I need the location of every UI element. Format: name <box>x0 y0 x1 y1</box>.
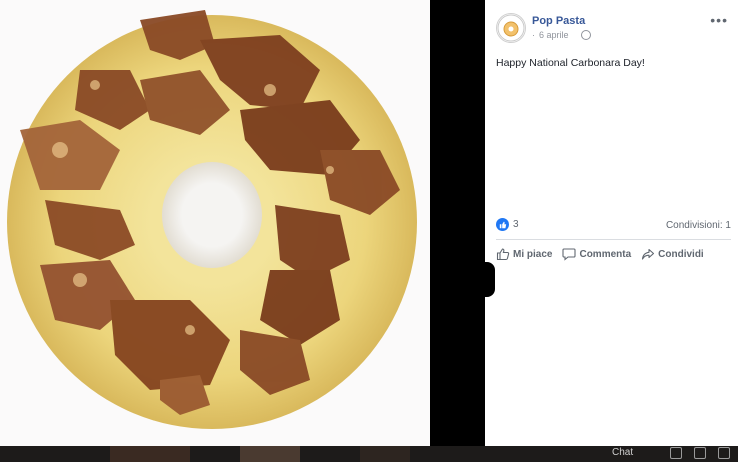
panel-edge <box>485 262 495 297</box>
reactions-summary[interactable]: 3 <box>496 218 519 231</box>
more-options-icon[interactable]: ••• <box>710 12 728 28</box>
comment-label: Commenta <box>579 248 632 260</box>
background-thumbnail <box>110 446 190 462</box>
chat-label[interactable]: Chat <box>612 447 633 458</box>
comment-button[interactable]: Commenta <box>562 247 631 261</box>
post-details-panel: Pop Pasta · 6 aprile ••• Happy National … <box>485 0 738 446</box>
reaction-count: 3 <box>513 219 519 230</box>
pop-pasta-logo-icon <box>497 14 525 42</box>
action-bar: Mi piace Commenta Condividi <box>496 247 704 261</box>
share-label: Condividi <box>658 248 704 260</box>
page-name-link[interactable]: Pop Pasta <box>532 15 585 27</box>
post-text: Happy National Carbonara Day! <box>496 57 645 69</box>
post-photo[interactable] <box>0 0 430 446</box>
like-reaction-icon <box>496 218 509 231</box>
carbonara-donut-image <box>0 0 430 446</box>
chat-toolbar <box>670 447 730 459</box>
background-thumbnail <box>360 446 410 462</box>
like-label: Mi piace <box>513 248 553 260</box>
photo-viewer-background <box>430 0 485 446</box>
share-button[interactable]: Condividi <box>641 247 704 261</box>
settings-icon[interactable] <box>718 447 730 459</box>
background-thumbnail <box>240 446 300 462</box>
comment-icon <box>562 248 577 261</box>
shares-count[interactable]: Condivisioni: 1 <box>666 220 731 231</box>
people-icon[interactable] <box>694 447 706 459</box>
post-meta: · 6 aprile <box>532 30 591 40</box>
globe-icon <box>580 30 591 40</box>
separator: · <box>532 30 535 40</box>
share-icon <box>642 248 655 260</box>
like-button[interactable]: Mi piace <box>496 247 552 261</box>
edit-icon[interactable] <box>670 447 682 459</box>
thumbs-up-icon <box>496 248 510 261</box>
divider <box>496 239 731 240</box>
page-avatar[interactable] <box>496 13 526 43</box>
post-date[interactable]: 6 aprile <box>539 30 569 40</box>
